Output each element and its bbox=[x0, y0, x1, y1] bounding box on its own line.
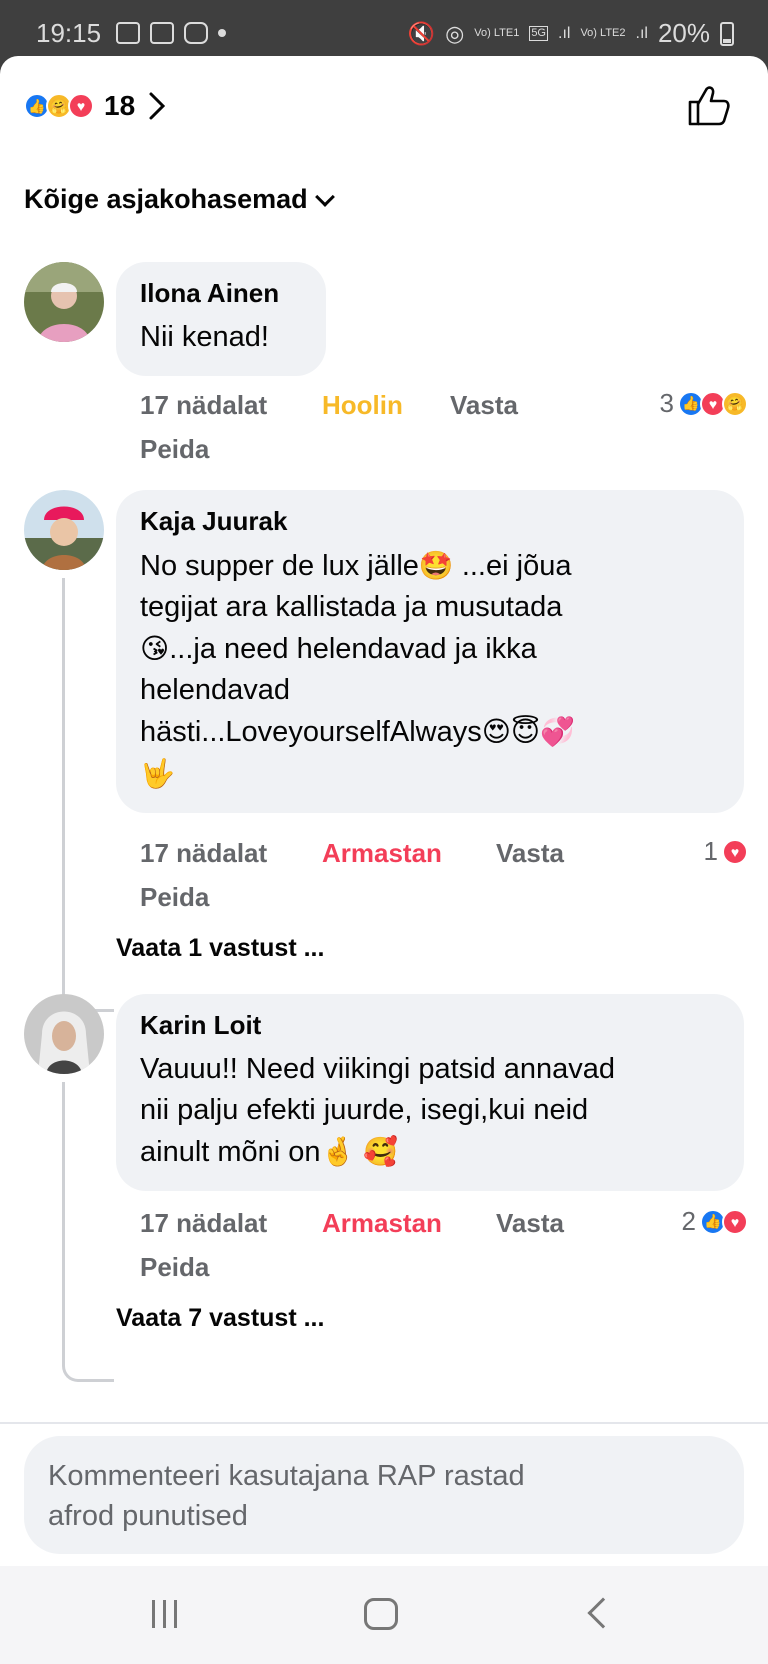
chevron-right-icon bbox=[149, 92, 166, 120]
thread-line bbox=[62, 1082, 114, 1382]
recent-apps-icon[interactable] bbox=[152, 1600, 177, 1628]
comment-author[interactable]: Kaja Juurak bbox=[140, 506, 720, 537]
signal-icon: .ıl bbox=[558, 24, 571, 42]
comment-author[interactable]: Karin Loit bbox=[140, 1010, 720, 1041]
reaction-button[interactable]: Armastan bbox=[322, 838, 442, 869]
comment-reactions[interactable]: 3 👍 ♥ 🤗 bbox=[659, 388, 748, 419]
reaction-total: 1 bbox=[703, 836, 718, 866]
hotspot-icon: ◎ bbox=[445, 20, 465, 46]
comment-reactions[interactable]: 1 ♥ bbox=[703, 836, 748, 867]
love-reaction-icon: ♥ bbox=[722, 838, 748, 865]
comments-sheet: 👍 🤗 ♥ 18 Kõige asjakohasemad Ilona Ainen… bbox=[0, 56, 768, 1566]
comment-input-placeholder: afrod punutised bbox=[48, 1500, 248, 1532]
network-lte2: Vo) LTE2 bbox=[580, 27, 626, 39]
battery-icon bbox=[720, 21, 734, 46]
avatar[interactable] bbox=[24, 262, 104, 342]
love-you-gesture-emoji-icon: 🤟 bbox=[140, 758, 175, 789]
hide-button[interactable]: Peida bbox=[140, 1252, 209, 1283]
hide-button[interactable]: Peida bbox=[140, 434, 209, 465]
star-struck-emoji-icon: 🤩 bbox=[418, 550, 454, 581]
reaction-count: 18 bbox=[104, 90, 136, 121]
reply-button[interactable]: Vasta bbox=[496, 838, 564, 869]
care-reaction-icon: 🤗 bbox=[722, 390, 748, 417]
comment-time[interactable]: 17 nädalat bbox=[140, 838, 267, 869]
status-time: 19:15 bbox=[36, 18, 102, 48]
avatar[interactable] bbox=[24, 490, 104, 570]
sort-dropdown[interactable]: Kõige asjakohasemad bbox=[24, 184, 335, 215]
love-reaction-icon: ♥ bbox=[722, 1208, 748, 1235]
thumbs-up-icon[interactable] bbox=[684, 82, 732, 130]
reaction-button[interactable]: Hoolin bbox=[322, 390, 403, 421]
reaction-total: 3 bbox=[659, 388, 674, 418]
comment-text-line: No supper de lux jälle bbox=[140, 550, 419, 582]
reply-button[interactable]: Vasta bbox=[496, 1208, 564, 1239]
gallery-icon bbox=[116, 22, 140, 44]
battery-percent: 20% bbox=[657, 18, 710, 48]
hide-button[interactable]: Peida bbox=[140, 882, 209, 913]
comment-text-line: ...ei jõua bbox=[453, 550, 572, 582]
crossed-fingers-emoji-icon: 🤞 bbox=[320, 1136, 356, 1167]
mute-icon: 🔇 bbox=[407, 20, 436, 46]
reaction-total: 2 bbox=[681, 1206, 696, 1236]
comment-input[interactable]: Kommenteeri kasutajana RAP rastad afrod … bbox=[24, 1436, 744, 1554]
comment-text: No supper de lux jälle🤩 ...ei jõua tegij… bbox=[140, 545, 720, 795]
comment-bubble[interactable]: Kaja Juurak No supper de lux jälle🤩 ...e… bbox=[116, 490, 744, 813]
back-icon[interactable] bbox=[587, 1597, 619, 1629]
reactions-summary[interactable]: 👍 🤗 ♥ 18 bbox=[24, 90, 167, 122]
network-5g: 5G bbox=[529, 26, 548, 41]
reply-button[interactable]: Vasta bbox=[450, 390, 518, 421]
kiss-emoji-icon: 😘 bbox=[140, 633, 170, 664]
comment-text-line: ...ja need helendavad ja ikka bbox=[169, 633, 537, 665]
comment-text-line: ainult mõni on bbox=[140, 1136, 321, 1168]
comment-text-line: tegijat ara kallistada ja musutada bbox=[140, 591, 563, 623]
reaction-button[interactable]: Armastan bbox=[322, 1208, 442, 1239]
status-notification-icons bbox=[116, 22, 226, 44]
love-reaction-icon: ♥ bbox=[68, 93, 94, 119]
comment-text: Nii kenad! bbox=[140, 321, 269, 353]
comment-text-line: hästi...LoveyourselfAlways bbox=[140, 716, 482, 748]
halo-emoji-icon: 😇 bbox=[510, 716, 541, 747]
comment-bubble[interactable]: Ilona Ainen Nii kenad! bbox=[116, 262, 326, 376]
avatar[interactable] bbox=[24, 994, 104, 1074]
more-notifications-dot bbox=[218, 29, 226, 37]
composer-divider bbox=[0, 1422, 768, 1424]
sort-label: Kõige asjakohasemad bbox=[24, 184, 308, 214]
chevron-down-icon bbox=[314, 186, 335, 207]
home-icon[interactable] bbox=[364, 1598, 398, 1630]
comment-time[interactable]: 17 nädalat bbox=[140, 1208, 267, 1239]
system-nav-bar bbox=[0, 1566, 768, 1664]
heart-eyes-emoji-icon: 😍 bbox=[481, 716, 511, 747]
comment-time[interactable]: 17 nädalat bbox=[140, 390, 267, 421]
comment-author[interactable]: Ilona Ainen bbox=[140, 278, 302, 309]
view-replies-link[interactable]: Vaata 1 vastust ... bbox=[116, 934, 324, 963]
comment-text-line: nii palju efekti juurde, isegi,kui neid bbox=[140, 1094, 589, 1126]
comment-text-line: Vauuu!! Need viikingi patsid annavad bbox=[140, 1053, 616, 1085]
comment-input-placeholder: Kommenteeri kasutajana RAP rastad bbox=[48, 1460, 525, 1492]
view-replies-link[interactable]: Vaata 7 vastust ... bbox=[116, 1304, 324, 1333]
network-lte1: Vo) LTE1 bbox=[474, 27, 520, 39]
instagram-icon bbox=[184, 22, 208, 44]
comment-text: Vauuu!! Need viikingi patsid annavad nii… bbox=[140, 1049, 720, 1173]
comment-bubble[interactable]: Karin Loit Vauuu!! Need viikingi patsid … bbox=[116, 994, 744, 1191]
two-hearts-emoji-icon: 💞 bbox=[540, 716, 575, 747]
smiling-hearts-emoji-icon: 🥰 bbox=[355, 1136, 399, 1167]
status-bar: 19:15 🔇 ◎ Vo) LTE1 5G .ıl Vo) LTE2 .ıl 2… bbox=[0, 0, 768, 60]
comment-reactions[interactable]: 2 👍 ♥ bbox=[681, 1206, 748, 1237]
comment-text-line: helendavad bbox=[140, 674, 290, 706]
film-icon bbox=[150, 22, 174, 44]
thread-line bbox=[62, 578, 114, 1012]
signal-icon-2: .ıl bbox=[635, 24, 648, 42]
status-right: 🔇 ◎ Vo) LTE1 5G .ıl Vo) LTE2 .ıl 20% bbox=[408, 18, 734, 49]
